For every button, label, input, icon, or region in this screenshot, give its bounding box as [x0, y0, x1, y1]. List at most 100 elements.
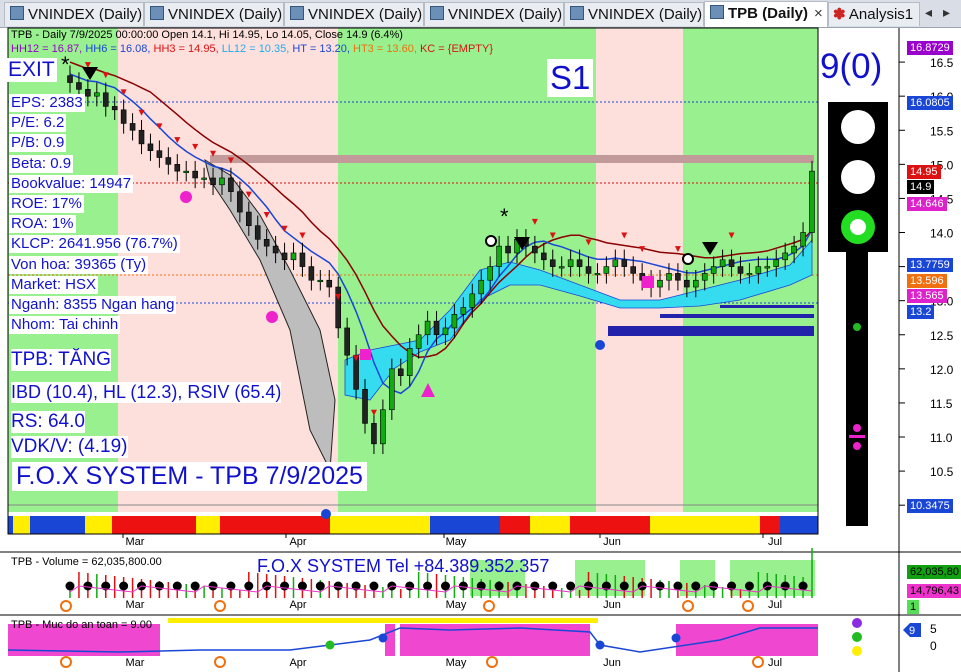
month-label: Jul — [768, 657, 782, 669]
price-tick-label: 15.5 — [930, 124, 954, 138]
candle-body — [76, 82, 82, 90]
orange-marker — [214, 600, 226, 612]
candle-body — [737, 266, 744, 274]
candle-body — [362, 388, 368, 424]
candle-body — [541, 252, 547, 261]
pink-square — [360, 349, 371, 360]
month-label: May — [446, 657, 467, 669]
candle-body — [290, 252, 297, 261]
month-label: Mar — [126, 536, 145, 548]
score-label: 9(0) — [820, 47, 883, 86]
volume-dot — [244, 581, 254, 591]
rs-label: RS: 64.0 — [11, 411, 85, 433]
fundamental-line: P/E: 6.2 — [9, 114, 67, 133]
candle-body — [219, 177, 225, 186]
candle-body — [630, 266, 637, 274]
orange-marker — [483, 600, 495, 612]
price-tick-label: 10.5 — [930, 465, 954, 479]
signal-strip — [8, 516, 13, 534]
candle-body — [675, 273, 681, 281]
candle-body — [120, 109, 127, 124]
candle-body — [156, 150, 163, 158]
signal-strip — [330, 516, 430, 534]
candle-body — [245, 211, 252, 226]
volume-tag: 14,796,43 — [907, 584, 961, 598]
safety-dot — [595, 640, 605, 650]
candle-body — [433, 320, 440, 336]
month-label: Mar — [126, 599, 145, 611]
candle-body — [549, 259, 556, 267]
candle-body — [406, 348, 413, 376]
orange-marker — [682, 600, 694, 612]
candle-body — [174, 164, 181, 172]
candle-body — [424, 320, 431, 336]
month-label: May — [446, 536, 467, 548]
volume-tag: 62,035,80 — [907, 565, 961, 579]
signal-strip — [570, 516, 650, 534]
candle-body — [657, 279, 663, 288]
star-marker: * — [61, 52, 70, 77]
pole-bar — [849, 435, 865, 438]
candle-body — [85, 89, 91, 97]
candle-body — [791, 245, 797, 254]
fundamental-line: EPS: 2383 — [9, 94, 85, 112]
fundamental-line: Market: HSX — [9, 275, 99, 294]
volume-dot — [333, 581, 343, 591]
candle-body — [228, 177, 234, 192]
month-label: May — [446, 599, 467, 611]
safety-zone — [676, 624, 818, 656]
pole-dot — [853, 323, 861, 331]
pink-dot — [266, 311, 278, 323]
candle-body — [272, 245, 279, 254]
volume-dot — [405, 581, 415, 591]
signal-strip — [112, 516, 196, 534]
volume-dot — [440, 581, 450, 591]
candle-body — [263, 239, 270, 247]
candle-body — [317, 279, 324, 283]
candle-body — [460, 307, 467, 315]
month-label: Jul — [768, 536, 782, 548]
legend-dot — [852, 646, 862, 656]
candle-body — [281, 252, 288, 261]
candle-body — [710, 266, 717, 274]
candle-body — [809, 170, 815, 233]
candle-body — [165, 157, 172, 165]
candle-body — [308, 266, 315, 281]
resistance-band — [210, 155, 814, 163]
left-margin — [0, 28, 8, 512]
hh6-value: HH6 = 16.08, — [85, 43, 151, 55]
hh3-value: HH3 = 14.95, — [153, 43, 219, 55]
candle-body — [254, 225, 261, 240]
signal-strip — [650, 516, 690, 534]
fundamental-line: ROA: 1% — [9, 215, 76, 234]
volume-title: TPB - Volume = 62,035,800.00 — [11, 556, 162, 568]
fox-tel: F.O.X SYSTEM Tel +84.389.352.357 — [257, 556, 550, 576]
candle-body — [344, 327, 350, 356]
price-tick-label: 14.0 — [930, 227, 954, 241]
candle-body — [469, 293, 476, 308]
volume-dot — [154, 581, 164, 591]
candle-body — [94, 92, 100, 97]
candle-body — [800, 232, 806, 247]
price-tick-label: 11.0 — [930, 431, 953, 445]
signal-strip — [85, 516, 112, 534]
candle-body — [487, 266, 493, 281]
signal-strip — [13, 516, 30, 534]
legend-dot — [852, 618, 862, 628]
candle-body — [397, 368, 404, 376]
volume-dot — [530, 581, 540, 591]
safety-dot — [671, 633, 681, 643]
price-tag: 14.95 — [907, 165, 941, 179]
safety-tick: 5 — [930, 622, 937, 636]
volume-dot — [369, 581, 379, 591]
pink-square — [642, 276, 654, 288]
month-label: Jun — [603, 536, 621, 548]
fundamental-line: ROE: 17% — [9, 195, 84, 213]
safety-tick: 0 — [930, 639, 937, 653]
fundamental-line: KLCP: 2641.956 (76.7%) — [9, 235, 180, 254]
volume-dot — [655, 581, 665, 591]
month-label: Jun — [603, 657, 621, 669]
pink-dot — [180, 191, 192, 203]
candle-body — [755, 266, 762, 274]
volume-dot — [619, 581, 629, 591]
